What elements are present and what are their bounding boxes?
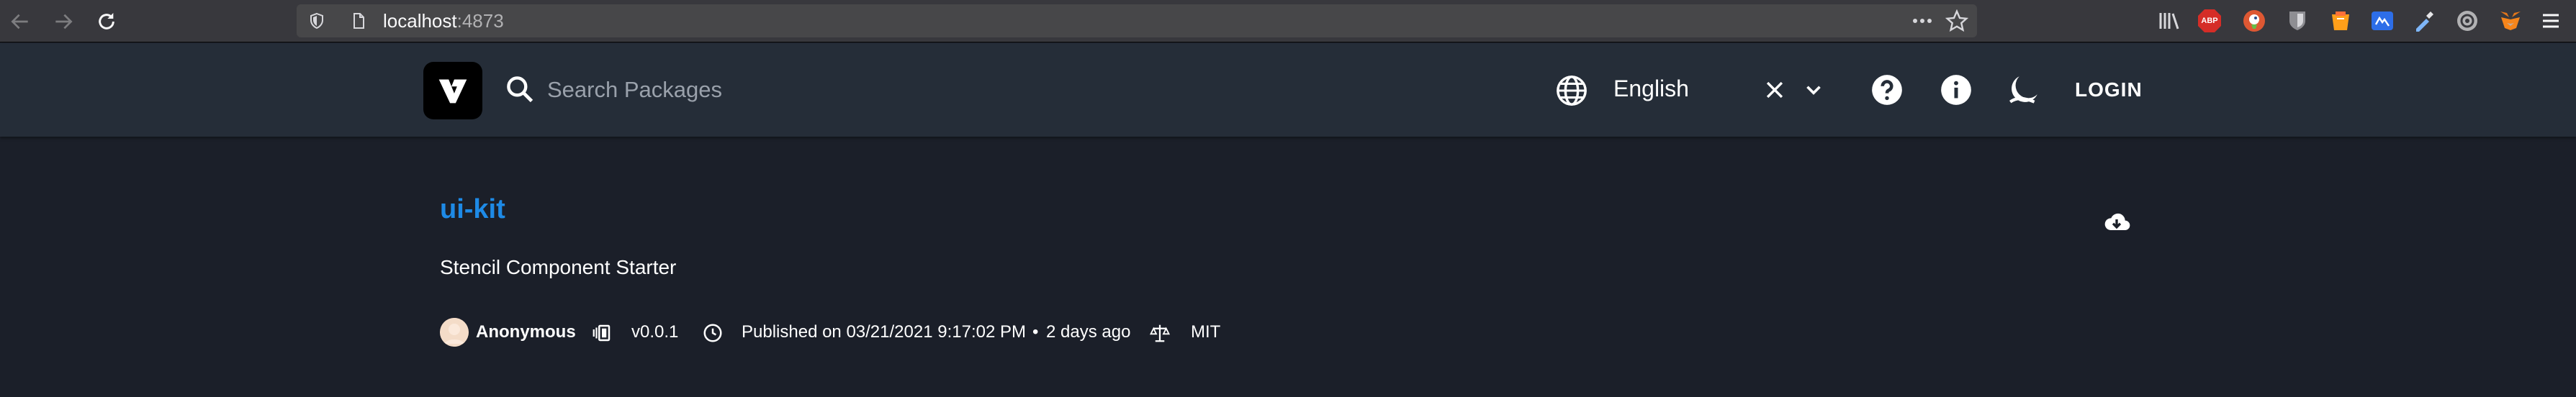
license-scale-icon (1149, 324, 1171, 342)
language-select[interactable]: English (1613, 76, 1689, 102)
theme-toggle-icon[interactable] (2006, 72, 2042, 108)
more-icon[interactable] (1909, 12, 1935, 29)
library-icon[interactable] (2157, 9, 2181, 33)
published-date: Published on 03/21/2021 9:17:02 PM (742, 322, 1026, 342)
reload-icon (99, 13, 114, 29)
url-bar[interactable]: localhost:4873 (297, 4, 1977, 37)
vpn-icon[interactable] (2455, 9, 2480, 33)
verdaccio-logo-icon (438, 79, 467, 104)
login-button[interactable]: LOGIN (2065, 65, 2153, 115)
menu-icon[interactable] (2539, 9, 2563, 33)
reload-button[interactable] (91, 6, 122, 37)
bitwarden-icon[interactable] (2285, 9, 2310, 33)
url-host: localhost (383, 10, 457, 32)
dropper-icon[interactable] (2412, 9, 2436, 33)
info-icon[interactable] (1938, 72, 1974, 108)
back-icon (11, 14, 28, 29)
package-version: v0.0.1 (631, 322, 679, 342)
meta-separator: • (1032, 322, 1039, 342)
url-port: :4873 (456, 10, 504, 32)
clock-icon (703, 324, 722, 342)
adblock-button[interactable]: ABP (2197, 9, 2222, 33)
duckduckgo-icon[interactable] (2242, 9, 2266, 33)
package-author: Anonymous (476, 322, 576, 342)
download-icon[interactable] (2102, 209, 2131, 237)
version-icon (593, 324, 611, 342)
avatar (440, 318, 469, 347)
globe-icon (1557, 76, 1587, 106)
back-button[interactable] (4, 6, 36, 37)
extension-icon[interactable] (2370, 9, 2395, 33)
avatar-icon (440, 318, 469, 347)
adblock-label: ABP (2201, 17, 2218, 25)
help-icon[interactable] (1869, 72, 1905, 108)
container-icon[interactable] (2328, 9, 2353, 33)
tracking-shield-icon[interactable] (308, 12, 325, 29)
search-icon (507, 76, 533, 103)
url-text[interactable]: localhost:4873 (383, 4, 504, 37)
metamask-icon[interactable] (2498, 9, 2523, 33)
package-meta: Anonymous v0.0.1 Published on 03/21/2021… (440, 315, 1304, 350)
forward-icon (55, 14, 73, 29)
package-license: MIT (1191, 322, 1221, 342)
package-description: Stencil Component Starter (440, 256, 677, 278)
package-name[interactable]: ui-kit (440, 194, 505, 225)
published-relative: 2 days ago (1046, 322, 1131, 342)
bookmark-star-icon[interactable] (1945, 9, 1968, 32)
app-header: English LOGIN (0, 43, 2576, 137)
page-icon[interactable] (350, 12, 367, 29)
clear-icon[interactable] (1762, 78, 1787, 102)
chevron-down-icon[interactable] (1801, 78, 1826, 102)
logo[interactable] (423, 62, 482, 119)
browser-toolbar: localhost:4873 ABP (0, 0, 2576, 42)
forward-button[interactable] (48, 6, 79, 37)
search-input[interactable] (547, 65, 1483, 115)
